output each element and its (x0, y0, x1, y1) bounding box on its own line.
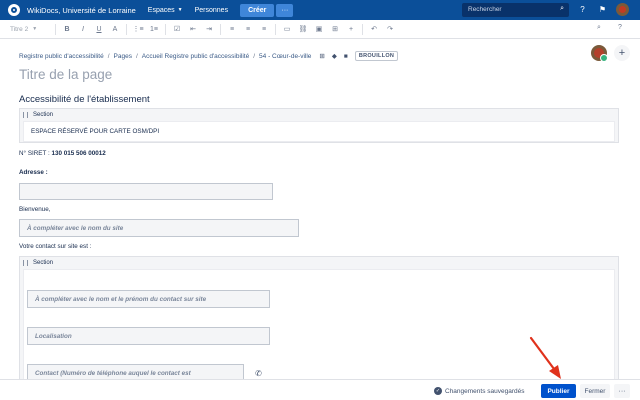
drag-handle-icon[interactable] (23, 112, 28, 118)
section-map[interactable]: Section ESPACE RÉSERVÉ POUR CARTE OSM/DP… (19, 108, 619, 143)
section-header: Section (20, 257, 618, 269)
breadcrumb: Registre public d'accessibilité / Pages … (19, 51, 399, 61)
find-replace-icon[interactable]: ⌕ (597, 24, 601, 32)
address-field[interactable] (19, 183, 273, 200)
wikidocs-logo-icon[interactable] (8, 4, 20, 16)
editor-footer: ✓ Changements sauvegardés Publier Fermer… (0, 379, 640, 400)
table-icon[interactable]: ⊞ (327, 25, 343, 33)
indent-button[interactable]: ⇥ (201, 25, 217, 33)
search-input[interactable]: Rechercher ⌕ (462, 3, 569, 17)
invite-plus-button[interactable]: + (614, 45, 630, 61)
bullet-list-button[interactable]: ⋮≡ (130, 25, 146, 33)
more-options-button[interactable]: ··· (614, 384, 630, 398)
create-button[interactable]: Créer (240, 3, 275, 17)
drag-handle-icon[interactable] (23, 260, 28, 266)
breadcrumb-separator: / (135, 52, 138, 60)
align-right-button[interactable]: ≡ (256, 26, 272, 33)
siret-line: N° SIRET : 130 015 506 00012 (19, 150, 106, 157)
italic-button[interactable]: I (75, 26, 91, 33)
help-icon[interactable]: ? (577, 4, 588, 15)
chevron-down-icon: ▼ (32, 26, 38, 32)
breadcrumb-item[interactable]: 54 - Cœur-de-ville (259, 53, 311, 60)
accessibility-heading: Accessibilité de l'établissement (19, 94, 150, 105)
chevron-down-icon: ▼ (177, 7, 183, 13)
save-status-text: Changements sauvegardés (445, 387, 525, 395)
breadcrumb-item[interactable]: Registre public d'accessibilité (19, 53, 104, 60)
siret-value: 130 015 506 00012 (51, 150, 106, 157)
numbered-list-button[interactable]: 1≡ (146, 26, 162, 33)
outdent-button[interactable]: ⇤ (185, 25, 201, 33)
text-style-select[interactable]: Titre 2 ▼ (10, 26, 52, 33)
label-icon[interactable]: ◆ (332, 52, 337, 60)
breadcrumb-separator: / (107, 52, 110, 60)
site-title[interactable]: WikiDocs, Université de Lorraine (27, 6, 136, 15)
bold-button[interactable]: B (59, 26, 75, 33)
contact-name-field[interactable]: À compléter avec le nom et le prénom du … (27, 290, 270, 308)
section-label: Section (33, 260, 54, 266)
user-avatar[interactable] (616, 3, 629, 16)
nav-espaces[interactable]: Espaces ▼ (148, 7, 183, 14)
insert-more-button[interactable]: + (343, 26, 359, 33)
site-name-field[interactable]: À compléter avec le nom du site (19, 219, 299, 237)
collaborator-avatar[interactable] (591, 45, 608, 62)
toolbar-divider (165, 23, 166, 35)
underline-button[interactable]: U (91, 26, 107, 33)
page-tree-icon[interactable]: ⊞ (319, 52, 324, 60)
toolbar-divider (275, 23, 276, 35)
editor-help-icon[interactable]: ? (618, 24, 622, 31)
link-icon[interactable]: ⛓ (295, 25, 311, 33)
task-list-button[interactable]: ☑ (169, 25, 185, 33)
section-label: Section (33, 112, 54, 118)
toolbar-divider (362, 23, 363, 35)
save-status: ✓ Changements sauvegardés (434, 387, 525, 395)
notifications-icon[interactable]: ⚑ (597, 4, 608, 15)
breadcrumb-separator: / (253, 52, 256, 60)
editor-toolbar: Titre 2 ▼ B I U A ⋮≡ 1≡ ☑ ⇤ ⇥ ≡ ≡ ≡ ▭ ⛓ ▣… (0, 20, 640, 39)
breadcrumb-item[interactable]: Pages (114, 53, 132, 60)
toolbar-divider (220, 23, 221, 35)
location-field[interactable]: Localisation (27, 327, 270, 345)
redo-icon[interactable]: ↷ (382, 25, 398, 33)
check-circle-icon: ✓ (434, 387, 442, 395)
breadcrumb-item[interactable]: Accueil Registre public d'accessibilité (142, 53, 249, 60)
close-button[interactable]: Fermer (580, 384, 610, 398)
create-more-button[interactable]: ··· (276, 3, 294, 17)
section-header: Section (20, 109, 618, 121)
address-label: Adresse : (19, 169, 48, 176)
siret-label: N° SIRET : (19, 150, 52, 157)
annotation-arrow-icon (529, 336, 561, 379)
page-title-input[interactable]: Titre de la page (19, 67, 112, 82)
toolbar-divider (55, 23, 56, 35)
undo-icon[interactable]: ↶ (366, 25, 382, 33)
contact-label: Votre contact sur site est : (19, 243, 92, 250)
toolbar-divider (126, 23, 127, 35)
align-left-button[interactable]: ≡ (224, 26, 240, 33)
restrictions-lock-icon[interactable]: ■ (344, 53, 348, 60)
image-icon[interactable]: ▣ (311, 25, 327, 33)
map-placeholder-text: ESPACE RÉSERVÉ POUR CARTE OSM/DPI (31, 128, 160, 135)
draft-status-badge: BROUILLON (354, 51, 399, 61)
search-icon: ⌕ (560, 5, 564, 12)
publish-button[interactable]: Publier (541, 384, 576, 398)
nav-personnes[interactable]: Personnes (195, 7, 228, 14)
layout-button[interactable]: ▭ (279, 25, 295, 33)
welcome-label: Bienvenue, (19, 206, 51, 213)
text-color-button[interactable]: A (107, 26, 123, 33)
align-center-button[interactable]: ≡ (240, 26, 256, 33)
top-nav-bar: WikiDocs, Université de Lorraine Espaces… (0, 0, 640, 20)
section-body[interactable]: ESPACE RÉSERVÉ POUR CARTE OSM/DPI (23, 121, 615, 142)
